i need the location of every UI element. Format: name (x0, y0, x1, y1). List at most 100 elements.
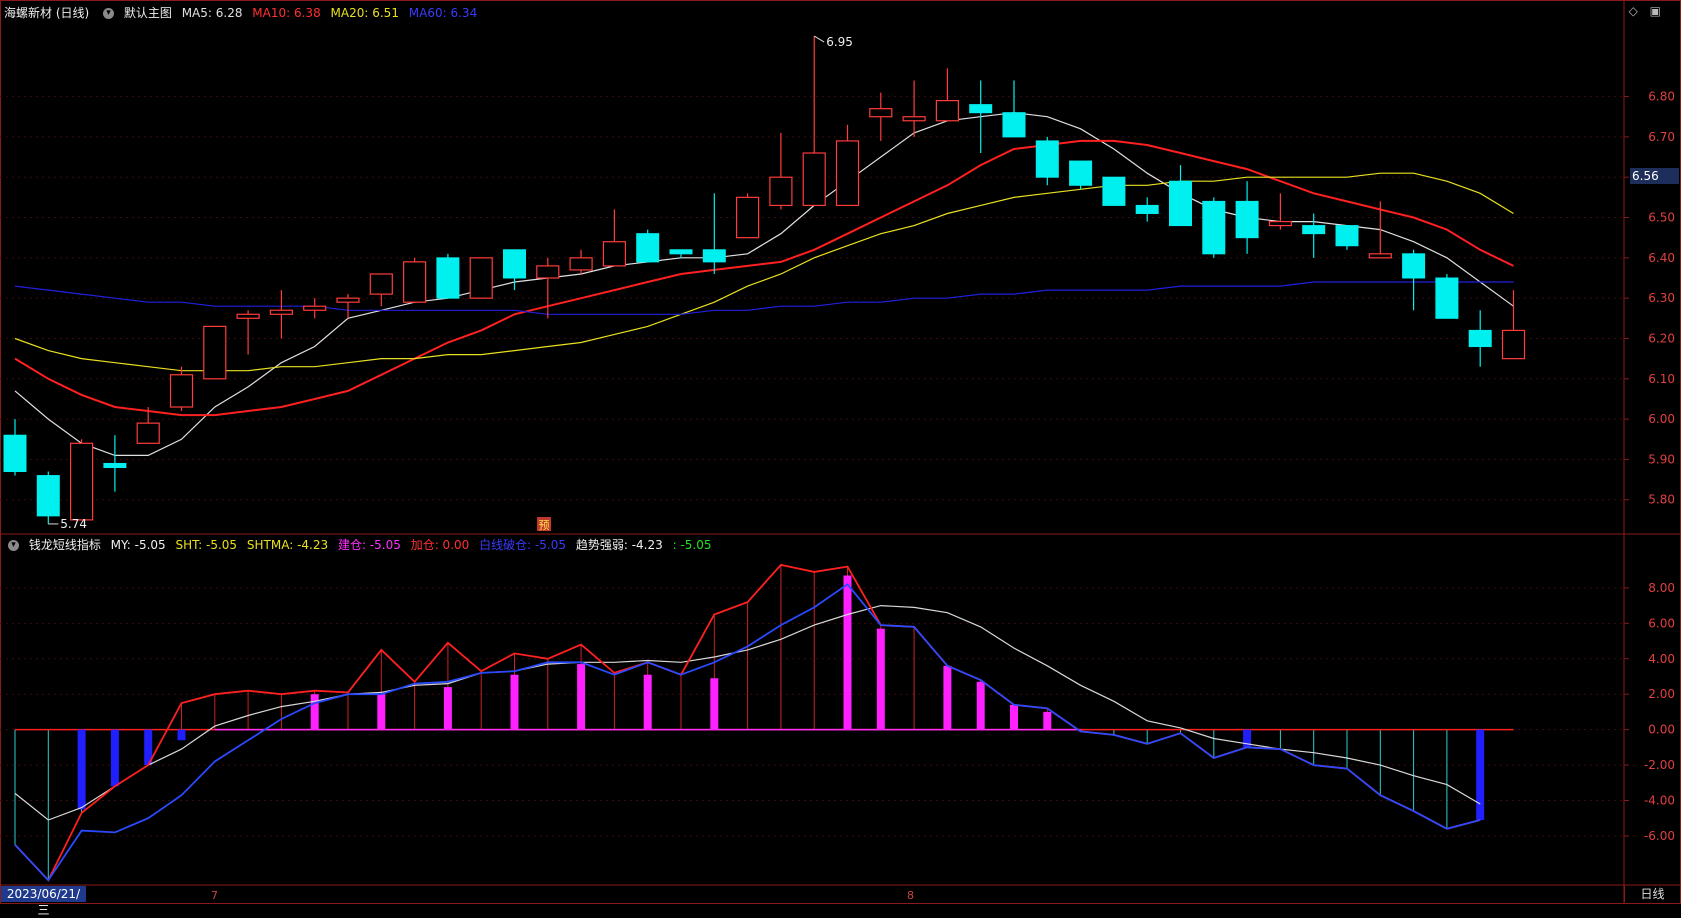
candle-body (1435, 277, 1459, 319)
candle-body (303, 305, 327, 311)
stock-chart-window: 6.806.706.606.506.406.306.206.106.005.90… (0, 0, 1681, 917)
candle-body (1035, 140, 1059, 178)
candle-body (802, 152, 826, 207)
candle (636, 229, 660, 263)
candle (935, 68, 960, 122)
candle (36, 471, 60, 524)
forecast-marker-text: 预 (539, 519, 550, 532)
candle (1035, 136, 1059, 186)
candle-body (969, 104, 993, 114)
chart-canvas[interactable]: 6.806.706.606.506.406.306.206.106.005.90… (0, 0, 1681, 904)
price-axis-label: 6.20 (1648, 331, 1675, 345)
candle (969, 80, 993, 154)
diamond-icon[interactable]: ◇ (1629, 4, 1638, 18)
indicator-bar (377, 694, 386, 730)
ma60-label: MA60: 6.34 (408, 6, 478, 20)
candle (1268, 193, 1293, 230)
candle (1069, 160, 1093, 190)
stock-title: 海螺新材 (日线) (4, 6, 90, 20)
indicator-bar (943, 665, 952, 730)
candle (1102, 176, 1126, 206)
candle-body (69, 442, 94, 521)
candle (1402, 249, 1426, 311)
candle (1202, 197, 1226, 258)
candle (269, 290, 293, 339)
ma60-line (14, 281, 1514, 315)
candle-body (1335, 225, 1359, 247)
ma10-line (14, 139, 1514, 417)
sht-value: SHT: -5.05 (175, 538, 238, 552)
indicator-header: ▾ 钱龙短线指标 MY: -5.05 SHT: -5.05 SHTMA: -4.… (4, 536, 718, 554)
period-button[interactable]: 日线 (1624, 886, 1680, 902)
candle-body (403, 261, 427, 303)
candle (403, 257, 427, 303)
candle (569, 249, 593, 274)
price-axis-label: 6.70 (1648, 130, 1675, 144)
candle (169, 366, 194, 412)
ma20-label: MA20: 6.51 (330, 6, 399, 20)
indicator-axis-label: -4.00 (1644, 794, 1675, 808)
ma5-label: MA5: 6.28 (181, 6, 243, 20)
candle (769, 132, 793, 210)
panel-toggle-icon[interactable]: ▣ (1650, 4, 1661, 18)
candle (1169, 165, 1192, 227)
price-axis-label: 6.10 (1648, 372, 1675, 386)
chart-menu-icon[interactable]: ▾ (103, 8, 115, 19)
outer-frame (0, 0, 1681, 904)
indicator-bar (577, 664, 586, 730)
indicator-bar (643, 674, 652, 730)
candle-body (835, 140, 860, 207)
candle (735, 193, 760, 239)
candle-body (36, 475, 60, 517)
indicator-bar (310, 694, 319, 730)
indicator-axis-label: 8.00 (1648, 581, 1675, 595)
candle-body (1102, 176, 1126, 206)
candle (869, 92, 893, 141)
price-axis-label: 6.30 (1648, 291, 1675, 305)
candle-body (169, 374, 194, 408)
candle-body (602, 241, 627, 267)
candle-body (536, 265, 560, 279)
candle-body (203, 325, 227, 380)
candle (336, 294, 360, 319)
jiancang-value: 建仓: -5.05 (337, 538, 401, 552)
indicator-axis-label: -6.00 (1644, 829, 1675, 843)
indicator-name[interactable]: 钱龙短线指标 (29, 538, 101, 552)
indicator-menu-icon[interactable]: ▾ (8, 540, 19, 551)
last-value: : -5.05 (672, 538, 712, 552)
indicator-bar (710, 678, 719, 730)
main-chart-header: 海螺新材 (日线) ▾ 默认主图 MA5: 6.28 MA10: 6.38 MA… (4, 4, 483, 22)
indicator-bar (443, 687, 452, 730)
month-label-7: 7 (211, 889, 218, 902)
price-axis-label: 5.80 (1648, 493, 1675, 507)
indicator-bar (1010, 704, 1018, 730)
candle-body (869, 108, 893, 118)
price-axis-label: 6.50 (1648, 211, 1675, 225)
price-axis-label: 5.90 (1648, 452, 1675, 466)
candle-body (103, 462, 127, 468)
candle (1335, 225, 1359, 250)
candle-body (1235, 200, 1259, 239)
indicator-axis-label: 0.00 (1648, 723, 1675, 737)
low-label: 5.74 (60, 517, 87, 531)
ma20-line (14, 172, 1514, 372)
qushi-value: 趋势强弱: -4.23 (575, 538, 663, 552)
candle-body (1402, 253, 1426, 279)
candle (1302, 213, 1326, 258)
candle-body (636, 233, 660, 263)
chart-name[interactable]: 默认主图 (124, 6, 172, 20)
indicator-bar (110, 729, 119, 787)
candle (3, 419, 27, 476)
indicator-bar (876, 628, 885, 730)
indicator-bar (510, 674, 519, 730)
candle-body (669, 249, 693, 255)
indicator-axis-label: 6.00 (1648, 616, 1675, 630)
ma5-line (14, 112, 1514, 456)
candle-body (3, 434, 27, 473)
candle (369, 273, 393, 307)
candle-body (436, 257, 460, 299)
candle (203, 325, 227, 380)
candle (436, 253, 460, 299)
indicator-bar (976, 681, 985, 730)
candle (702, 193, 726, 274)
